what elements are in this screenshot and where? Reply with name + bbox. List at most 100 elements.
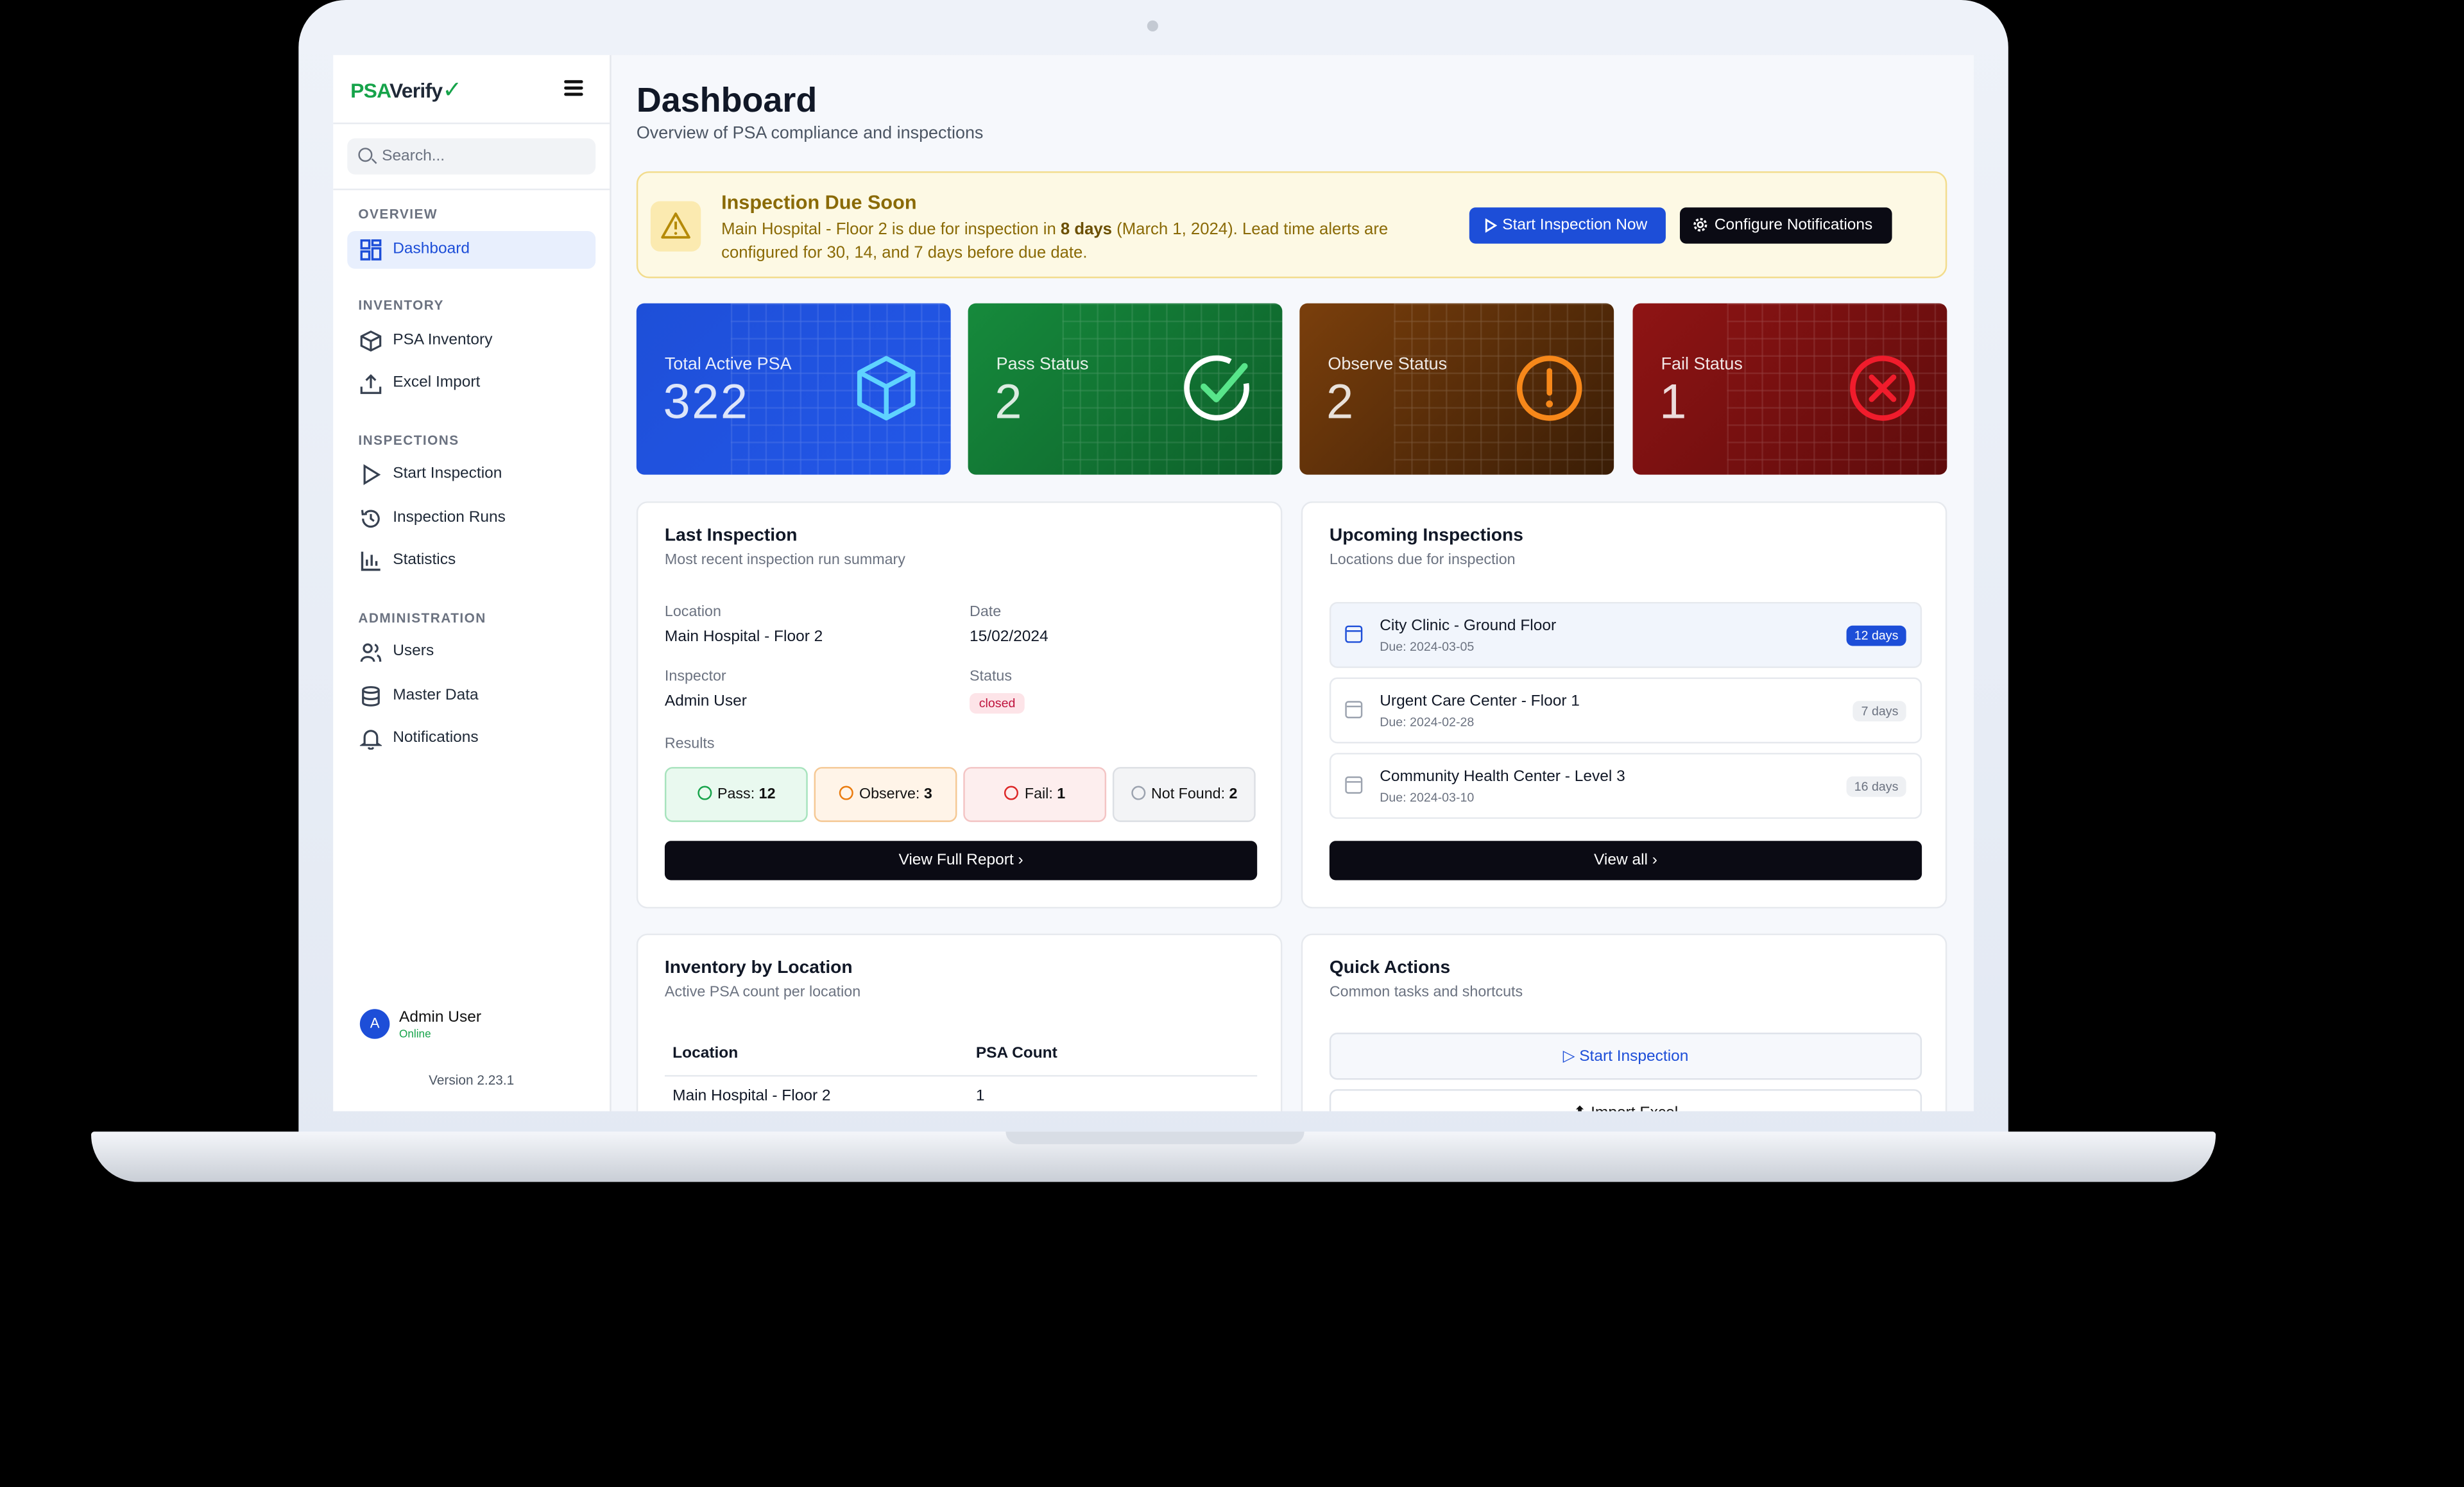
sidebar-item-psa-inventory[interactable]: PSA Inventory — [347, 322, 595, 360]
sidebar-item-notifications[interactable]: Notifications — [347, 720, 595, 758]
status-badge: closed — [970, 693, 1025, 714]
dashboard-icon — [360, 239, 382, 261]
card-subtitle: Locations due for inspection — [1329, 551, 1516, 569]
main-content: Dashboard Overview of PSA compliance and… — [636, 55, 1949, 1112]
stat-card-fail-status[interactable]: Fail Status 1 — [1632, 303, 1947, 475]
upcoming-location: Community Health Center - Level 3 — [1380, 768, 1625, 786]
sidebar-item-dashboard[interactable]: Dashboard — [347, 231, 596, 269]
alert-title: Inspection Due Soon — [721, 191, 917, 214]
result-observe[interactable]: Observe: 3 — [814, 767, 957, 822]
upload-icon: ⬆ — [1573, 1105, 1591, 1112]
start-inspection-now-button[interactable]: Start Inspection Now — [1469, 207, 1666, 244]
quick-action-import-excel[interactable]: ⬆ Import Excel — [1329, 1089, 1922, 1112]
hamburger-menu-icon[interactable] — [564, 80, 583, 96]
question-circle-icon — [1131, 786, 1145, 800]
warning-triangle-icon — [661, 212, 690, 239]
sidebar-item-inspection-runs[interactable]: Inspection Runs — [347, 500, 595, 538]
card-subtitle: Active PSA count per location — [664, 984, 861, 1002]
inspection-due-alert: Inspection Due Soon Main Hospital - Floo… — [636, 171, 1947, 279]
stat-card-observe-status[interactable]: Observe Status 2 — [1299, 303, 1614, 475]
stat-card-pass-status[interactable]: Pass Status 2 — [968, 303, 1283, 475]
stat-value: 2 — [995, 374, 1023, 429]
sidebar-item-label: Users — [393, 642, 434, 660]
box-icon — [360, 330, 382, 352]
x-circle-icon — [1850, 356, 1915, 421]
days-badge: 16 days — [1846, 776, 1906, 797]
upcoming-item[interactable]: City Clinic - Ground Floor Due: 2024-03-… — [1329, 601, 1922, 668]
inspector-label: Inspector — [664, 667, 726, 685]
stat-value: 1 — [1659, 374, 1688, 429]
alert-icon-box — [650, 201, 701, 252]
sidebar-item-label: Statistics — [393, 551, 456, 569]
stat-card-total-active-psa[interactable]: Total Active PSA 322 — [636, 303, 951, 475]
logo-check-icon: ✓ — [442, 77, 462, 104]
upcoming-item[interactable]: Urgent Care Center - Floor 1 Due: 2024-0… — [1329, 677, 1922, 744]
sidebar-item-statistics[interactable]: Statistics — [347, 542, 595, 580]
configure-notifications-button[interactable]: Configure Notifications — [1679, 207, 1892, 244]
card-subtitle: Most recent inspection run summary — [664, 551, 905, 569]
sidebar-item-master-data[interactable]: Master Data — [347, 678, 595, 716]
user-status: Online — [399, 1029, 431, 1041]
date-label: Date — [970, 603, 1002, 621]
card-title: Quick Actions — [1329, 958, 1451, 978]
sidebar-item-excel-import[interactable]: Excel Import — [347, 365, 595, 402]
app-screen: PSAVerify✓ OVERVIEW Dashboard INVENTORY … — [333, 55, 1974, 1112]
column-header-location: Location — [672, 1045, 739, 1063]
sidebar-item-users[interactable]: Users — [347, 633, 595, 671]
check-circle-icon — [1184, 355, 1249, 421]
section-inspections: INSPECTIONS — [358, 432, 459, 448]
quick-action-start-inspection[interactable]: ▷ Start Inspection — [1329, 1032, 1922, 1080]
warning-circle-icon — [839, 786, 853, 800]
sidebar-item-label: Master Data — [393, 687, 479, 705]
search-box[interactable] — [347, 138, 596, 175]
upcoming-due: Due: 2024-03-05 — [1380, 639, 1475, 654]
card-title: Upcoming Inspections — [1329, 526, 1523, 546]
upcoming-due: Due: 2024-02-28 — [1380, 715, 1475, 730]
section-administration: ADMINISTRATION — [358, 610, 486, 626]
view-full-report-button[interactable]: View Full Report › — [664, 841, 1258, 881]
section-overview: OVERVIEW — [358, 205, 438, 222]
play-icon — [1485, 218, 1498, 233]
location-label: Location — [664, 603, 721, 621]
alert-days: 8 days — [1060, 219, 1113, 239]
card-title: Last Inspection — [664, 526, 798, 546]
result-not-found[interactable]: Not Found: 2 — [1112, 767, 1256, 822]
result-pass[interactable]: Pass: 12 — [664, 767, 808, 822]
divider — [333, 188, 610, 191]
upcoming-item[interactable]: Community Health Center - Level 3 Due: 2… — [1329, 753, 1922, 819]
page-title: Dashboard — [636, 80, 817, 120]
chevron-right-icon: › — [1652, 852, 1657, 870]
section-inventory: INVENTORY — [358, 297, 444, 313]
view-all-button[interactable]: View all › — [1329, 841, 1922, 881]
app-logo[interactable]: PSAVerify✓ — [350, 76, 462, 104]
warning-circle-icon — [1516, 356, 1582, 421]
stat-value: 2 — [1326, 374, 1355, 429]
avatar: A — [359, 1009, 390, 1039]
chevron-right-icon: › — [1018, 852, 1023, 870]
check-circle-icon — [697, 786, 712, 800]
gear-icon — [1693, 218, 1707, 232]
status-label: Status — [970, 667, 1013, 685]
sidebar-item-start-inspection[interactable]: Start Inspection — [347, 456, 595, 494]
result-fail[interactable]: Fail: 1 — [963, 767, 1107, 822]
bell-icon — [359, 730, 382, 750]
days-badge: 12 days — [1846, 625, 1906, 646]
calendar-icon — [1345, 701, 1363, 719]
table-divider — [664, 1075, 1258, 1077]
users-icon — [360, 643, 382, 662]
stat-label: Fail Status — [1661, 355, 1743, 374]
column-header-psa-count: PSA Count — [975, 1045, 1057, 1063]
sidebar-item-label: Excel Import — [393, 374, 481, 391]
table-cell-location: Main Hospital - Floor 2 — [672, 1087, 831, 1105]
app-version: Version 2.23.1 — [429, 1072, 515, 1088]
laptop-mockup: PSAVerify✓ OVERVIEW Dashboard INVENTORY … — [0, 0, 2464, 1487]
divider — [333, 123, 610, 125]
date-value: 15/02/2024 — [970, 628, 1048, 646]
stat-value: 322 — [663, 374, 749, 429]
cube-icon — [857, 356, 916, 421]
inventory-by-location-card: Inventory by Location Active PSA count p… — [636, 933, 1283, 1112]
sidebar-item-label: Inspection Runs — [393, 509, 506, 527]
upload-icon — [360, 374, 382, 394]
search-input[interactable] — [382, 144, 586, 167]
quick-actions-card: Quick Actions Common tasks and shortcuts… — [1301, 933, 1947, 1112]
